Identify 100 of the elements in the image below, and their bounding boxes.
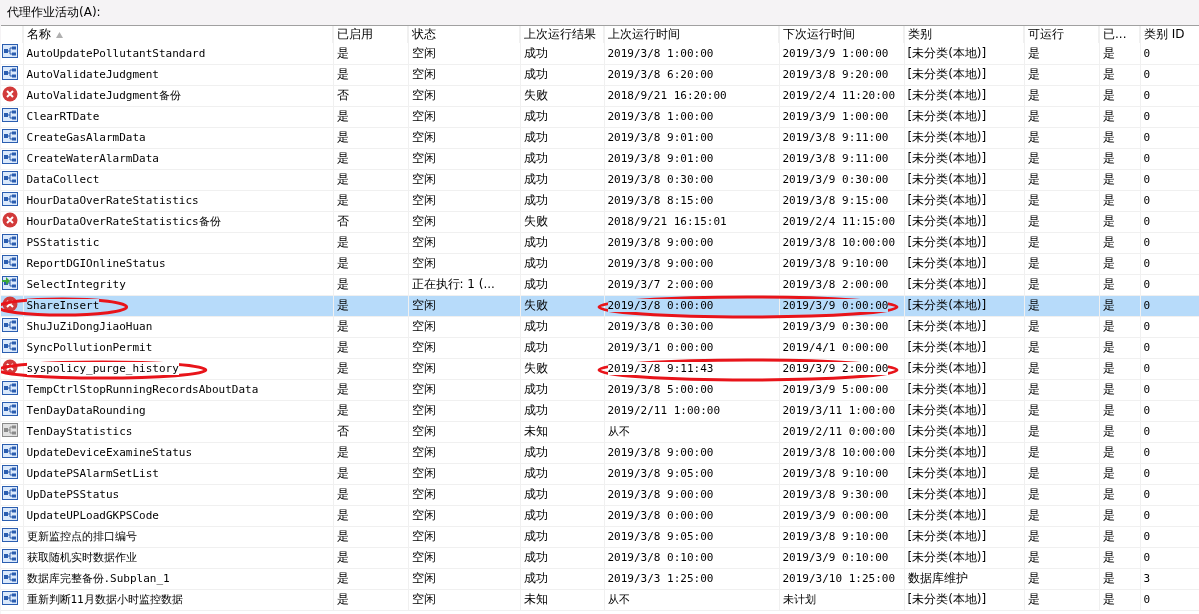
column-header[interactable]: 已... — [1099, 26, 1140, 43]
table-row[interactable]: TempCtrlStopRunningRecordsAboutData 是 空闲 成功 2019/3/8 5:00:00 2019/3/9 5:00:00 [未分类(本地)] 是 是 0 — [1, 379, 1199, 400]
job-icon — [2, 484, 18, 501]
table-cell: 2019/3/1 0:00:00 — [604, 337, 779, 358]
table-row[interactable]: ShareInsert 是 空闲 失败 2019/3/8 0:00:00 2019/3/9 0:00:00 [未分类(本地)] 是 是 0 — [1, 295, 1199, 316]
table-cell: 是 — [1099, 295, 1140, 316]
table-cell: 失败 — [520, 211, 604, 232]
column-header[interactable]: 类别 — [904, 26, 1024, 43]
column-header[interactable]: 名称 — [23, 26, 333, 43]
table-cell: HourDataOverRateStatistics备份 — [23, 211, 333, 232]
table-cell: 是 — [1024, 106, 1099, 127]
table-cell: 是 — [1024, 526, 1099, 547]
table-row[interactable]: TenDayStatistics 否 空闲 未知 从不 2019/2/11 0:00:00 [未分类(本地)] 是 是 0 — [1, 421, 1199, 442]
error-icon — [2, 358, 18, 375]
table-cell: 空闲 — [408, 379, 520, 400]
table-row[interactable]: 数据库完整备份.Subplan_1 是 空闲 成功 2019/3/3 1:25:00 2019/3/10 1:25:00 数据库维护 是 是 3 — [1, 568, 1199, 589]
table-cell: 是 — [1099, 148, 1140, 169]
table-cell: 失败 — [520, 295, 604, 316]
table-cell: HourDataOverRateStatistics — [23, 190, 333, 211]
table-row[interactable]: 更新监控点的排口编号 是 空闲 成功 2019/3/8 9:05:00 2019/3/8 9:10:00 [未分类(本地)] 是 是 0 — [1, 526, 1199, 547]
table-row[interactable]: UpdateUPLoadGKPSCode 是 空闲 成功 2019/3/8 0:00:00 2019/3/9 0:00:00 [未分类(本地)] 是 是 0 — [1, 505, 1199, 526]
table-cell: 2019/2/11 1:00:00 — [604, 400, 779, 421]
table-cell: 是 — [1099, 190, 1140, 211]
error-icon — [2, 85, 18, 102]
table-cell: 0 — [1140, 589, 1199, 610]
column-header[interactable]: 上次运行时间 — [604, 26, 779, 43]
column-header[interactable]: 可运行 — [1024, 26, 1099, 43]
table-row[interactable]: TenDayDataRounding 是 空闲 成功 2019/2/11 1:00:00 2019/3/11 1:00:00 [未分类(本地)] 是 是 0 — [1, 400, 1199, 421]
table-row[interactable]: SelectIntegrity 是 正在执行: 1 (... 成功 2019/3/7 2:00:00 2019/3/8 2:00:00 [未分类(本地)] 是 是 0 — [1, 274, 1199, 295]
column-header[interactable]: 上次运行结果 — [520, 26, 604, 43]
table-cell: 2019/3/8 9:15:00 — [779, 190, 904, 211]
column-header[interactable]: 状态 — [408, 26, 520, 43]
table-cell: 是 — [1099, 337, 1140, 358]
table-cell: [未分类(本地)] — [904, 106, 1024, 127]
table-cell: 是 — [333, 295, 408, 316]
table-cell: AutoValidateJudgment — [23, 64, 333, 85]
column-header[interactable]: 已启用 — [333, 26, 408, 43]
table-row[interactable]: DataCollect 是 空闲 成功 2019/3/8 0:30:00 2019/3/9 0:30:00 [未分类(本地)] 是 是 0 — [1, 169, 1199, 190]
job-icon — [2, 337, 18, 354]
table-cell: 0 — [1140, 484, 1199, 505]
table-cell: 是 — [333, 316, 408, 337]
table-row[interactable]: 重新判断11月数据小时监控数据 是 空闲 未知 从不 未计划 [未分类(本地)] 是 是 0 — [1, 589, 1199, 610]
column-header[interactable]: 下次运行时间 — [779, 26, 904, 43]
table-cell: 2019/3/8 9:00:00 — [604, 232, 779, 253]
table-cell: 2019/3/3 1:25:00 — [604, 568, 779, 589]
table-cell: 2019/3/7 2:00:00 — [604, 274, 779, 295]
table-cell: 成功 — [520, 232, 604, 253]
table-cell: 0 — [1140, 358, 1199, 379]
table-row[interactable]: syspolicy_purge_history 是 空闲 失败 2019/3/8 9:11:43 2019/3/9 2:00:00 [未分类(本地)] 是 是 0 — [1, 358, 1199, 379]
table-row[interactable]: ClearRTDate 是 空闲 成功 2019/3/8 1:00:00 2019/3/9 1:00:00 [未分类(本地)] 是 是 0 — [1, 106, 1199, 127]
table-cell: [未分类(本地)] — [904, 295, 1024, 316]
error-icon — [2, 295, 18, 312]
job-icon — [2, 568, 18, 585]
table-row[interactable]: CreateWaterAlarmData 是 空闲 成功 2019/3/8 9:01:00 2019/3/8 9:11:00 [未分类(本地)] 是 是 0 — [1, 148, 1199, 169]
job-icon — [2, 148, 18, 165]
table-row[interactable]: ShuJuZiDongJiaoHuan 是 空闲 成功 2019/3/8 0:30:00 2019/3/9 0:30:00 [未分类(本地)] 是 是 0 — [1, 316, 1199, 337]
table-cell: 0 — [1140, 505, 1199, 526]
table-row[interactable]: PSStatistic 是 空闲 成功 2019/3/8 9:00:00 2019/3/8 10:00:00 [未分类(本地)] 是 是 0 — [1, 232, 1199, 253]
table-cell: 0 — [1140, 274, 1199, 295]
table-cell: 空闲 — [408, 232, 520, 253]
table-cell: 2019/3/9 0:10:00 — [779, 547, 904, 568]
table-row[interactable]: UpdateDeviceExamineStatus 是 空闲 成功 2019/3/8 9:00:00 2019/3/8 10:00:00 [未分类(本地)] 是 是 0 — [1, 442, 1199, 463]
table-row[interactable]: HourDataOverRateStatistics备份 否 空闲 失败 2018/9/21 16:15:01 2019/2/4 11:15:00 [未分类(本地)] 是 是 0 — [1, 211, 1199, 232]
table-row[interactable]: SyncPollutionPermit 是 空闲 成功 2019/3/1 0:00:00 2019/4/1 0:00:00 [未分类(本地)] 是 是 0 — [1, 337, 1199, 358]
table-row[interactable]: AutoValidateJudgment 是 空闲 成功 2019/3/8 6:20:00 2019/3/8 9:20:00 [未分类(本地)] 是 是 0 — [1, 64, 1199, 85]
table-cell: 空闲 — [408, 253, 520, 274]
table-cell: 是 — [1099, 421, 1140, 442]
table-cell: 数据库完整备份.Subplan_1 — [23, 568, 333, 589]
table-cell: 是 — [333, 568, 408, 589]
table-row[interactable]: AutoUpdatePollutantStandard 是 空闲 成功 2019/3/8 1:00:00 2019/3/9 1:00:00 [未分类(本地)] 是 是 0 — [1, 43, 1199, 64]
table-row[interactable]: HourDataOverRateStatistics 是 空闲 成功 2019/3/8 8:15:00 2019/3/8 9:15:00 [未分类(本地)] 是 是 0 — [1, 190, 1199, 211]
table-row[interactable]: CreateGasAlarmData 是 空闲 成功 2019/3/8 9:01:00 2019/3/8 9:11:00 [未分类(本地)] 是 是 0 — [1, 127, 1199, 148]
table-cell: 是 — [1024, 484, 1099, 505]
table-row[interactable]: UpDatePSStatus 是 空闲 成功 2019/3/8 9:00:00 2019/3/8 9:30:00 [未分类(本地)] 是 是 0 — [1, 484, 1199, 505]
table-cell: 2019/3/8 1:00:00 — [604, 43, 779, 64]
table-cell: 是 — [333, 442, 408, 463]
table-row[interactable]: 获取随机实时数据作业 是 空闲 成功 2019/3/8 0:10:00 2019/3/9 0:10:00 [未分类(本地)] 是 是 0 — [1, 547, 1199, 568]
table-cell: 成功 — [520, 64, 604, 85]
table-cell: 2019/3/8 9:11:00 — [779, 127, 904, 148]
table-cell: 空闲 — [408, 421, 520, 442]
table-cell: 2019/3/8 0:00:00 — [604, 505, 779, 526]
table-cell: 成功 — [520, 127, 604, 148]
table-cell: 数据库维护 — [904, 568, 1024, 589]
table-cell: 2019/3/8 1:00:00 — [604, 106, 779, 127]
table-row[interactable]: ReportDGIOnlineStatus 是 空闲 成功 2019/3/8 9:00:00 2019/3/8 9:10:00 [未分类(本地)] 是 是 0 — [1, 253, 1199, 274]
table-cell: [未分类(本地)] — [904, 442, 1024, 463]
table-cell: 是 — [333, 337, 408, 358]
table-row[interactable]: UpdatePSAlarmSetList 是 空闲 成功 2019/3/8 9:05:00 2019/3/8 9:10:00 [未分类(本地)] 是 是 0 — [1, 463, 1199, 484]
table-cell: [未分类(本地)] — [904, 274, 1024, 295]
table-cell: 是 — [1099, 526, 1140, 547]
table-cell: UpdateDeviceExamineStatus — [23, 442, 333, 463]
table-cell: 2019/3/8 9:01:00 — [604, 148, 779, 169]
table-cell: 从不 — [604, 421, 779, 442]
table-row[interactable]: AutoValidateJudgment备份 否 空闲 失败 2018/9/21 16:20:00 2019/2/4 11:20:00 [未分类(本地)] 是 是 0 — [1, 85, 1199, 106]
job-icon — [2, 190, 18, 207]
table-cell: 2019/3/9 0:30:00 — [779, 316, 904, 337]
table-cell: 2019/2/4 11:20:00 — [779, 85, 904, 106]
table-cell: 是 — [1024, 127, 1099, 148]
table-cell: 成功 — [520, 148, 604, 169]
job-icon — [2, 64, 18, 81]
